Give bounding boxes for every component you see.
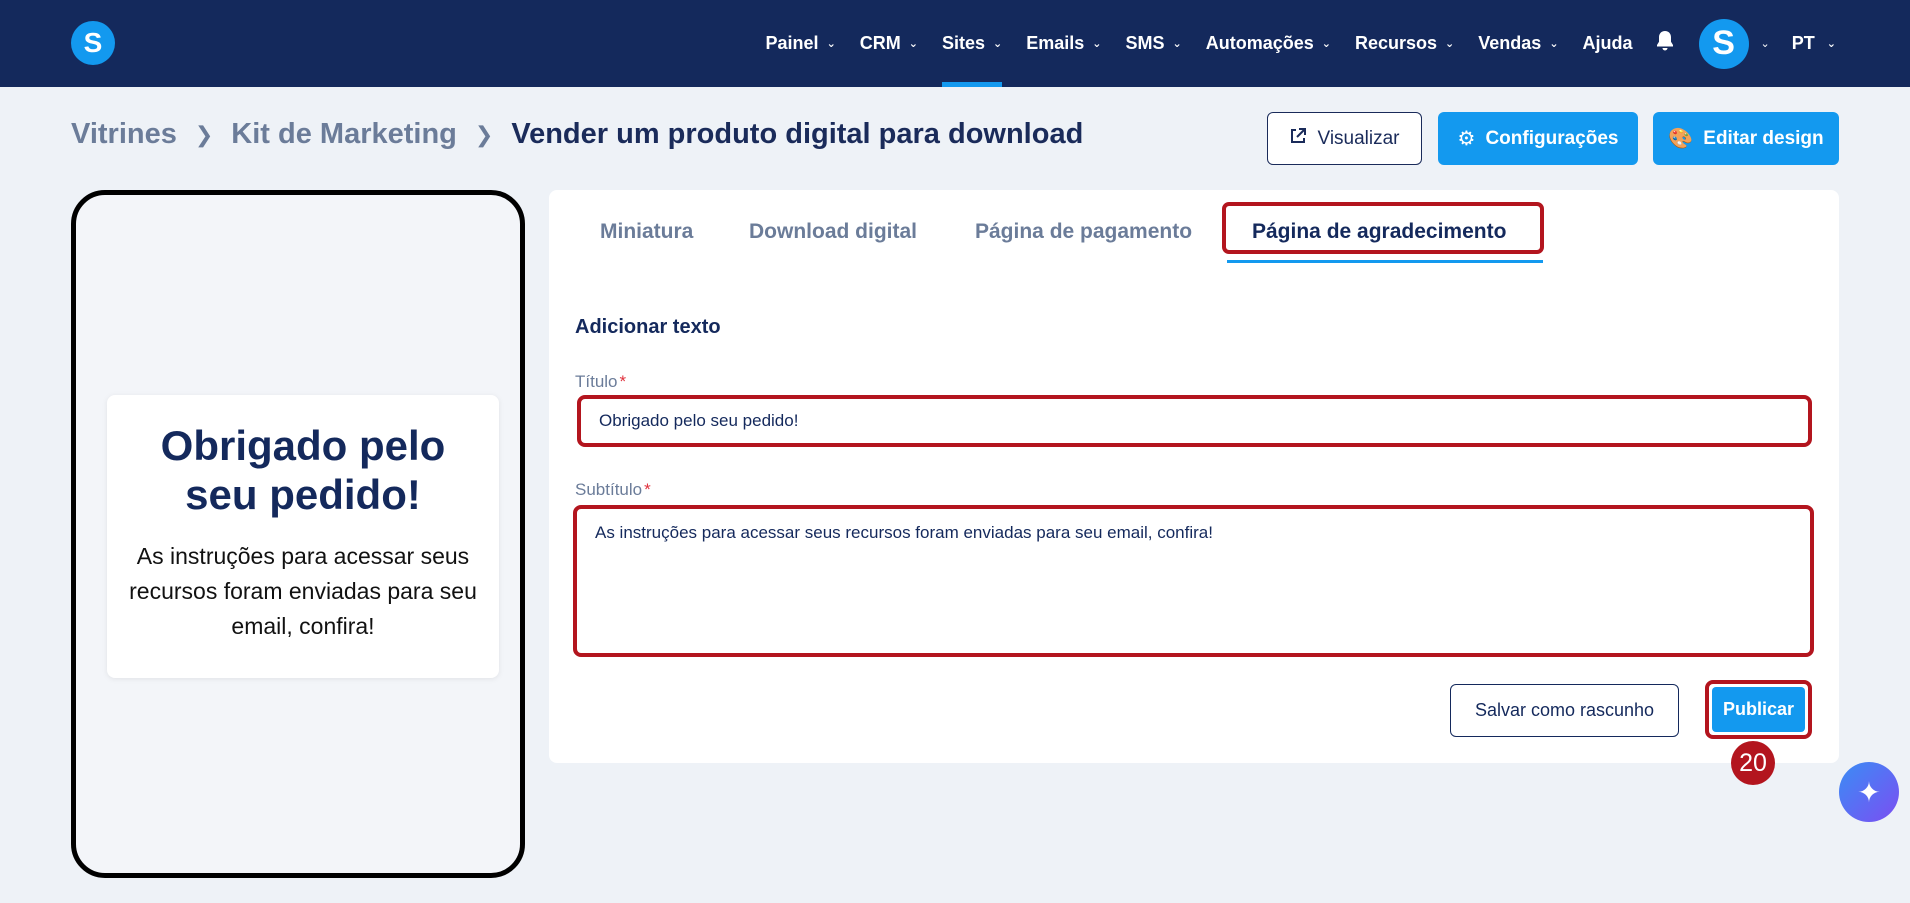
- publish-button[interactable]: Publicar: [1712, 687, 1805, 732]
- publish-highlight: Publicar: [1705, 680, 1812, 739]
- phone-preview: Obrigado pelo seu pedido! As instruções …: [71, 190, 525, 878]
- tab-bar: Miniatura Download digital Página de pag…: [549, 190, 1839, 270]
- title-label: Título *: [575, 372, 627, 391]
- tab-pagina-pagamento[interactable]: Página de pagamento: [975, 220, 1192, 244]
- breadcrumb-item-vitrines[interactable]: Vitrines: [71, 118, 177, 151]
- nav-item-recursos[interactable]: Recursos ⌄: [1355, 0, 1454, 87]
- nav-item-emails[interactable]: Emails ⌄: [1026, 0, 1101, 87]
- page-title: Vender um produto digital para download: [511, 118, 1084, 150]
- nav-item-automacoes[interactable]: Automações ⌄: [1206, 0, 1331, 87]
- subtitle-textarea[interactable]: As instruções para acessar seus recursos…: [573, 505, 1814, 657]
- chevron-right-icon: ❯: [474, 121, 494, 147]
- chevron-down-icon: ⌄: [908, 38, 918, 50]
- tab-pagina-agradecimento[interactable]: Página de agradecimento: [1252, 220, 1506, 244]
- preview-title: Obrigado pelo seu pedido!: [160, 422, 446, 518]
- required-marker: *: [644, 480, 651, 499]
- nav-item-crm[interactable]: CRM ⌄: [860, 0, 918, 87]
- chevron-right-icon: ❯: [194, 121, 214, 147]
- chevron-down-icon: ⌄: [826, 38, 836, 50]
- external-link-icon: [1289, 127, 1307, 151]
- preview-button[interactable]: Visualizar: [1267, 112, 1422, 165]
- chevron-down-icon: ⌄: [1172, 38, 1182, 50]
- palette-icon: 🎨: [1668, 128, 1694, 150]
- nav-item-ajuda[interactable]: Ajuda: [1583, 0, 1633, 87]
- required-marker: *: [619, 372, 627, 391]
- section-title: Adicionar texto: [575, 316, 721, 338]
- avatar[interactable]: S: [1698, 18, 1749, 69]
- active-tab-indicator: [1227, 260, 1543, 263]
- tab-miniatura[interactable]: Miniatura: [600, 220, 693, 244]
- main-nav: Painel ⌄ CRM ⌄ Sites ⌄ Emails ⌄ SMS ⌄ Automaç…: [742, 0, 1910, 87]
- subtitle-label: Subtítulo *: [575, 480, 651, 499]
- preview-subtitle: As instruções para acessar seus recursos…: [129, 543, 477, 639]
- preview-card: Obrigado pelo seu pedido! As instruções …: [107, 395, 499, 678]
- editor-panel: Miniatura Download digital Página de pag…: [549, 190, 1839, 763]
- chevron-down-icon: ⌄: [1092, 38, 1102, 50]
- chevron-down-icon: ⌄: [1321, 38, 1331, 50]
- chevron-down-icon: ⌄: [1445, 38, 1455, 50]
- title-input[interactable]: Obrigado pelo seu pedido!: [577, 395, 1812, 447]
- save-draft-button[interactable]: Salvar como rascunho: [1450, 684, 1679, 737]
- tab-download-digital[interactable]: Download digital: [749, 220, 917, 244]
- app-logo[interactable]: S: [71, 21, 115, 65]
- nav-item-sms[interactable]: SMS ⌄: [1126, 0, 1182, 87]
- breadcrumb: Vitrines ❯ Kit de Marketing ❯ Vender um …: [71, 118, 1083, 151]
- chevron-down-icon[interactable]: ⌄: [1761, 37, 1770, 50]
- top-navbar: S Painel ⌄ CRM ⌄ Sites ⌄ Emails ⌄ SMS ⌄ Autom…: [0, 0, 1910, 87]
- nav-item-vendas[interactable]: Vendas ⌄: [1478, 0, 1558, 87]
- chevron-down-icon: ⌄: [1826, 38, 1836, 50]
- nav-item-sites[interactable]: Sites ⌄: [942, 0, 1003, 87]
- step-badge: 20: [1731, 741, 1775, 785]
- edit-design-button[interactable]: 🎨 Editar design: [1653, 112, 1839, 165]
- chevron-down-icon: ⌄: [1549, 38, 1559, 50]
- language-selector[interactable]: PT ⌄: [1792, 33, 1836, 54]
- gear-icon: ⚙: [1457, 128, 1476, 150]
- breadcrumb-item-kit[interactable]: Kit de Marketing: [231, 118, 457, 151]
- chevron-down-icon: ⌄: [993, 38, 1003, 50]
- bell-icon[interactable]: [1655, 30, 1675, 58]
- sparkle-icon[interactable]: ✦: [1839, 762, 1899, 822]
- nav-item-painel[interactable]: Painel ⌄: [766, 0, 836, 87]
- settings-button[interactable]: ⚙ Configurações: [1438, 112, 1638, 165]
